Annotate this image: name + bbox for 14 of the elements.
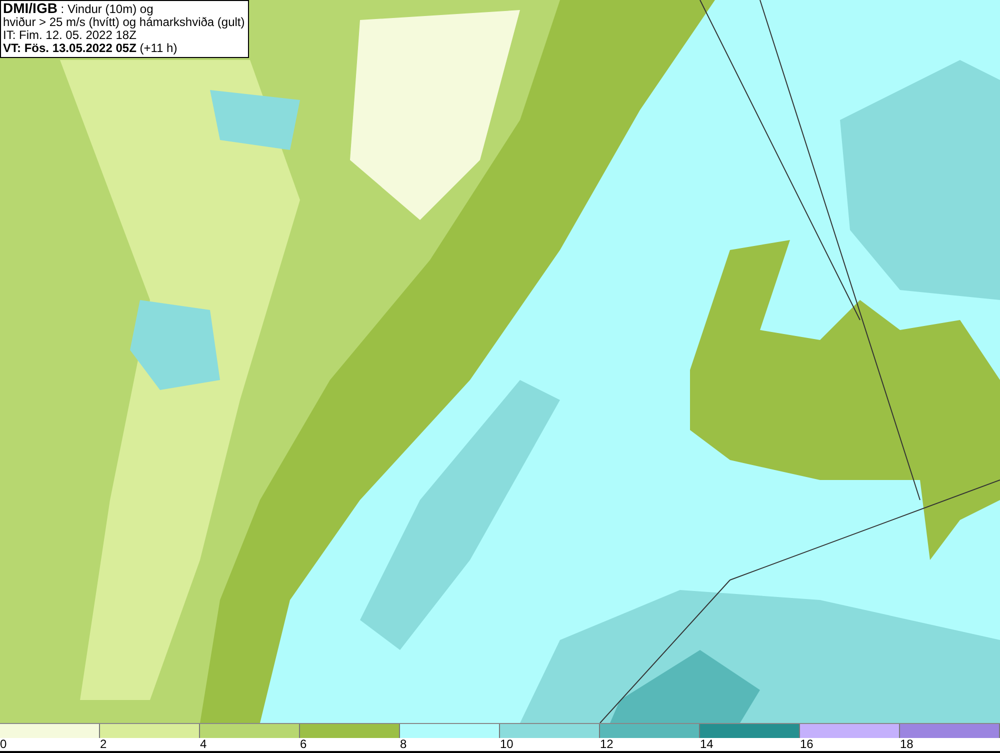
legend-tick-label: 4: [200, 737, 207, 751]
legend-tick-label: 12: [600, 737, 614, 751]
legend-tick-label: 8: [400, 737, 407, 751]
legend-tick-label: 2: [100, 737, 107, 751]
legend-tick-label: 14: [700, 737, 714, 751]
title-line: VT: Fös. 13.05.2022 05Z (+11 h): [3, 42, 178, 55]
title-line: hviður > 25 m/s (hvítt) og hámarkshviða (gult): [3, 16, 245, 29]
legend-tick-label: 18: [900, 737, 914, 751]
legend-tick-label: 10: [500, 737, 514, 751]
title-line: IT: Fim. 12. 05. 2022 18Z: [3, 29, 138, 42]
legend-tick-label: 0: [0, 737, 7, 751]
title-line: DMI/IGB : Vindur (10m) og: [3, 2, 154, 16]
legend-tick-label: 6: [300, 737, 307, 751]
legend-tick-label: 16: [800, 737, 814, 751]
